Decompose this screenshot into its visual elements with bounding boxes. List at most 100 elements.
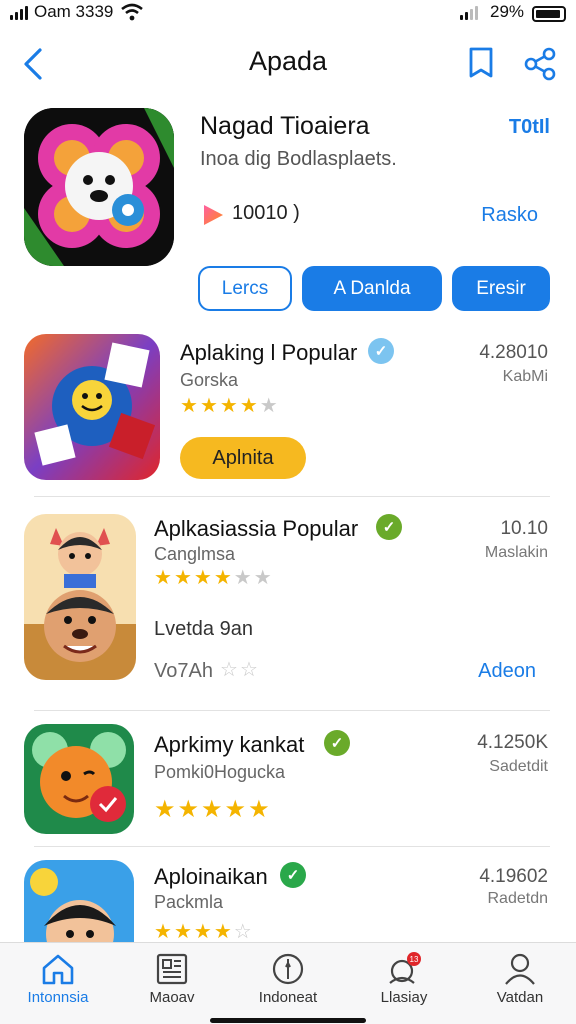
empty-star-rating: ☆ ☆ <box>220 660 258 680</box>
app-title: Aprkimy kankat <box>154 732 305 757</box>
star-icon: ★ <box>259 395 278 417</box>
star-icon: ★ <box>154 796 176 823</box>
star-icon: ★ <box>233 567 252 589</box>
list-item[interactable]: Aplkasiassia Popular ✓ Canglmsa 10.10 Ma… <box>0 512 576 702</box>
battery-percent: 29% <box>490 2 525 21</box>
tab-profile[interactable]: Vatdan <box>462 951 576 1006</box>
home-indicator <box>210 1018 366 1023</box>
featured-app-subtitle: Inoa dig Bodlasplaets. <box>200 148 397 170</box>
navigation-bar: Apada <box>0 36 576 90</box>
app-meta-label: Sadetdit <box>489 758 548 775</box>
app-meta-value: 10.10 <box>500 518 548 539</box>
app-meta-value: 4.1250K <box>477 732 548 753</box>
tab-notifications[interactable]: 13 Llasiay <box>346 951 462 1006</box>
star-icon: ☆ <box>220 659 238 681</box>
app-subtitle: Gorska <box>180 370 239 390</box>
star-icon: ★ <box>253 567 272 589</box>
app-meta-label: Radetdn <box>487 890 549 907</box>
star-icon: ★ <box>213 567 232 589</box>
wifi-icon <box>121 3 143 21</box>
star-icon: ★ <box>199 395 218 417</box>
featured-app-title: Nagad Tioaiera <box>200 112 370 140</box>
tab-label: Llasiay <box>380 989 428 1006</box>
divider <box>34 710 550 711</box>
verified-badge-icon: ✓ <box>376 514 402 540</box>
signal-strength-icon <box>460 6 478 20</box>
star-icon: ☆ <box>239 659 258 681</box>
app-icon <box>24 860 134 942</box>
featured-count: 10010 ) <box>232 202 300 224</box>
app-action-link[interactable]: Adeon <box>478 660 536 683</box>
status-bar: Oam 3339 29% <box>0 0 576 26</box>
tab-label: Maoav <box>149 989 195 1006</box>
app-subtitle: Canglmsa <box>154 544 236 564</box>
star-rating: ★ ★ ★ ★ ★ ★ <box>154 568 272 588</box>
star-icon: ★ <box>173 567 192 589</box>
divider <box>34 496 550 497</box>
tab-label: Vatdan <box>496 989 544 1006</box>
notification-badge: 13 <box>410 955 419 964</box>
tab-label: Indoneat <box>258 989 318 1006</box>
featured-link[interactable]: Rasko <box>481 204 538 227</box>
filter-button-2[interactable]: A Danlda <box>302 266 442 311</box>
star-icon: ★ <box>177 796 200 823</box>
verified-badge-icon: ✓ <box>280 862 306 888</box>
star-icon: ☆ <box>233 921 252 942</box>
star-icon: ★ <box>213 921 232 942</box>
play-icon[interactable] <box>200 202 226 228</box>
compass-icon <box>272 953 304 985</box>
filter-button-3[interactable]: Eresir <box>452 266 550 311</box>
app-meta-value: 4.28010 <box>479 342 548 363</box>
app-title: Aplkasiassia Popular <box>154 516 359 541</box>
cellular-signal-icon <box>10 6 28 20</box>
star-icon: ★ <box>193 921 212 942</box>
star-icon: ★ <box>224 796 247 823</box>
verified-badge-icon: ✓ <box>324 730 350 756</box>
app-meta-value: 4.19602 <box>479 866 548 887</box>
tab-label: Intonnsia <box>27 989 89 1006</box>
star-rating: ★ ★ ★ ★ ☆ <box>154 922 252 942</box>
tab-explore[interactable]: Indoneat <box>230 951 346 1006</box>
star-icon: ★ <box>154 921 172 942</box>
install-button[interactable]: Aplnita <box>180 437 306 479</box>
star-icon: ★ <box>239 395 258 417</box>
featured-app-icon[interactable] <box>24 108 174 266</box>
star-icon: ★ <box>193 567 212 589</box>
home-icon <box>42 954 74 985</box>
divider <box>34 846 550 847</box>
app-title: Aplaking l Popular <box>180 340 358 365</box>
star-icon: ★ <box>154 567 172 589</box>
filter-button-1[interactable]: Lercs <box>198 266 292 311</box>
star-icon: ★ <box>173 921 192 942</box>
tab-news[interactable]: Maoav <box>114 951 230 1006</box>
carrier-label: Oam 3339 <box>34 2 114 21</box>
tab-bar: Intonnsia Maoav Indoneat 13 Llasiay Vatd… <box>0 942 576 1024</box>
app-icon <box>24 514 136 680</box>
tab-home[interactable]: Intonnsia <box>0 951 116 1006</box>
battery-icon <box>532 6 566 22</box>
verified-badge-icon: ✓ <box>368 338 394 364</box>
app-description: Lvetda 9an <box>154 618 253 640</box>
star-icon: ★ <box>248 796 270 823</box>
app-icon <box>24 724 134 834</box>
star-icon: ★ <box>180 395 198 417</box>
app-subtitle: Packmla <box>154 892 224 912</box>
star-rating: ★ ★ ★ ★ ★ <box>180 396 278 416</box>
bookmark-icon[interactable] <box>466 46 496 82</box>
app-meta-label: KabMi <box>502 368 548 385</box>
news-icon <box>156 953 188 985</box>
star-icon: ★ <box>219 395 238 417</box>
app-title: Aploinaikan <box>154 864 268 889</box>
star-icon: ★ <box>201 796 223 823</box>
profile-icon <box>505 953 535 985</box>
notification-icon: 13 <box>389 952 421 984</box>
list-item[interactable]: Aprkimy kankat ✓ Pomki0Hogucka 4.1250K S… <box>0 722 576 842</box>
list-item[interactable]: Aploinaikan ✓ Packmla 4.19602 Radetdn ★ ★… <box>0 858 576 942</box>
featured-badge: T0tIl <box>508 116 550 138</box>
app-subtitle: Pomki0Hogucka <box>154 762 286 782</box>
star-rating: ★ ★ ★ ★ ★ <box>154 798 270 822</box>
app-meta-label: Maslakin <box>484 544 548 561</box>
app-rating-label: Vo7Ah <box>154 660 213 682</box>
share-icon[interactable] <box>522 46 558 82</box>
app-icon <box>24 334 160 480</box>
